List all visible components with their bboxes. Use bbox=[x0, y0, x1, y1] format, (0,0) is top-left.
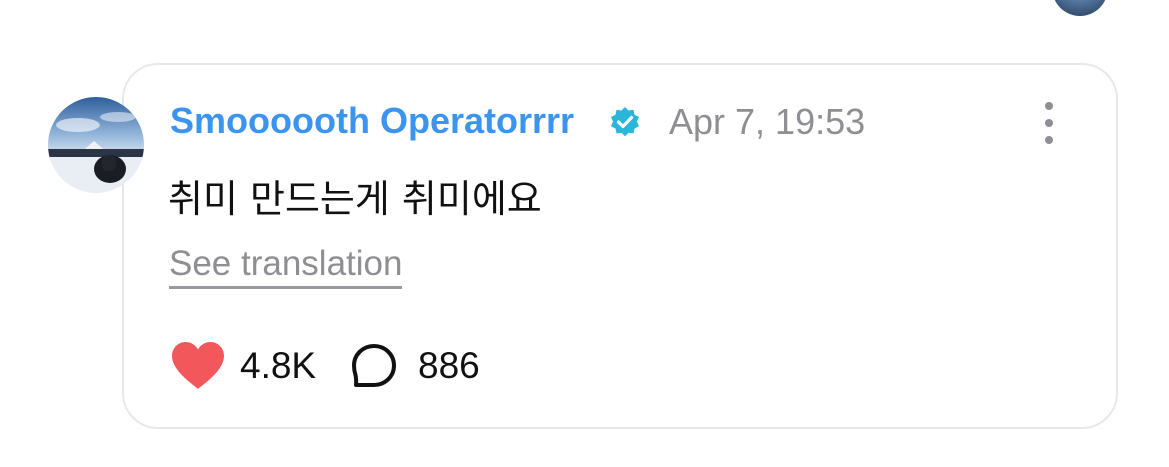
comment-button[interactable]: 886 bbox=[350, 342, 480, 390]
avatar-image bbox=[48, 97, 144, 193]
previous-content-fragment: · · · · · · · · · · · bbox=[110, 0, 468, 14]
see-translation-link[interactable]: See translation bbox=[169, 244, 403, 289]
comment-count: 886 bbox=[418, 345, 480, 386]
more-options-button[interactable] bbox=[1035, 102, 1063, 144]
like-button[interactable]: 4.8K bbox=[170, 340, 316, 392]
username[interactable]: Smoooooth Operatorrrr bbox=[170, 100, 574, 142]
like-count: 4.8K bbox=[240, 345, 317, 386]
comment-bubble-icon bbox=[352, 344, 396, 387]
post-text: 취미 만드는게 취미에요 bbox=[168, 177, 542, 221]
heart-icon bbox=[172, 342, 224, 389]
verified-badge-icon bbox=[608, 106, 642, 140]
previous-avatar[interactable] bbox=[1052, 0, 1108, 16]
avatar[interactable] bbox=[48, 97, 144, 193]
timestamp: Apr 7, 19:53 bbox=[669, 101, 866, 142]
more-vertical-icon bbox=[1045, 102, 1053, 110]
